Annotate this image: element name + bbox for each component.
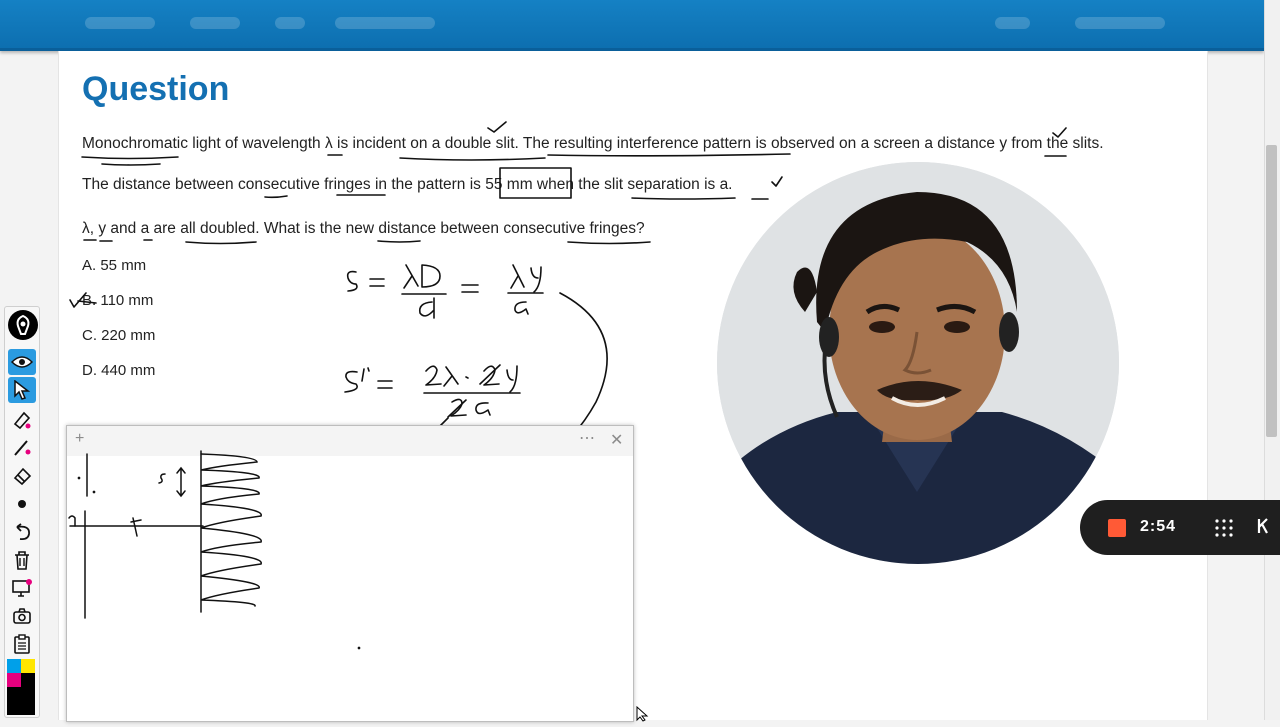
webcam-feed bbox=[717, 162, 1119, 564]
screen-icon[interactable] bbox=[8, 575, 36, 601]
question-line-2: The distance between consecutive fringes… bbox=[82, 176, 733, 193]
whiteboard-panel[interactable]: + ⋯ ✕ bbox=[66, 425, 634, 722]
top-navigation-bar bbox=[0, 0, 1264, 51]
presenter-video bbox=[717, 162, 1119, 564]
blurred-nav-item[interactable] bbox=[995, 17, 1030, 29]
current-color-preview bbox=[7, 687, 35, 715]
eye-icon[interactable] bbox=[8, 349, 36, 375]
option-d[interactable]: D. 440 mm bbox=[82, 362, 155, 379]
color-swatch-blue[interactable] bbox=[7, 659, 21, 673]
blurred-nav-item[interactable] bbox=[1075, 17, 1165, 29]
app-logo-icon[interactable] bbox=[8, 310, 38, 340]
annotation-toolbar bbox=[4, 306, 40, 718]
grid-dots-icon[interactable] bbox=[1214, 518, 1234, 543]
recording-controls: 2:54 bbox=[1080, 500, 1280, 555]
recording-timer: 2:54 bbox=[1140, 518, 1177, 535]
option-c[interactable]: C. 220 mm bbox=[82, 327, 155, 344]
blurred-logo bbox=[85, 17, 155, 29]
color-swatch-yellow[interactable] bbox=[21, 659, 35, 673]
expand-icon[interactable] bbox=[1257, 517, 1269, 540]
record-stop-icon[interactable] bbox=[1108, 519, 1126, 537]
undo-icon[interactable] bbox=[8, 519, 36, 545]
whiteboard-sketch bbox=[68, 450, 361, 650]
question-title: Question bbox=[82, 70, 230, 108]
mouse-cursor-icon bbox=[636, 705, 650, 727]
blurred-nav-item[interactable] bbox=[335, 17, 435, 29]
question-line-3: λ, y and a are all doubled. What is the … bbox=[82, 220, 645, 237]
eraser-icon[interactable] bbox=[8, 463, 36, 489]
blurred-nav-item[interactable] bbox=[275, 17, 305, 29]
color-swatch-black[interactable] bbox=[21, 673, 35, 687]
blurred-nav-item[interactable] bbox=[190, 17, 240, 29]
clipboard-icon[interactable] bbox=[8, 631, 36, 657]
pen-icon[interactable] bbox=[8, 435, 36, 461]
option-a[interactable]: A. 55 mm bbox=[82, 257, 146, 274]
trash-icon[interactable] bbox=[8, 547, 36, 573]
camera-icon[interactable] bbox=[8, 603, 36, 629]
highlighter-icon[interactable] bbox=[8, 407, 36, 433]
dot-icon[interactable] bbox=[8, 491, 36, 517]
question-line-1: Monochromatic light of wavelength λ is i… bbox=[82, 135, 1104, 152]
option-b[interactable]: B. 110 mm bbox=[82, 292, 153, 309]
color-swatch-magenta[interactable] bbox=[7, 673, 21, 687]
pointer-icon[interactable] bbox=[8, 377, 36, 403]
scrollbar-thumb[interactable] bbox=[1266, 145, 1277, 437]
